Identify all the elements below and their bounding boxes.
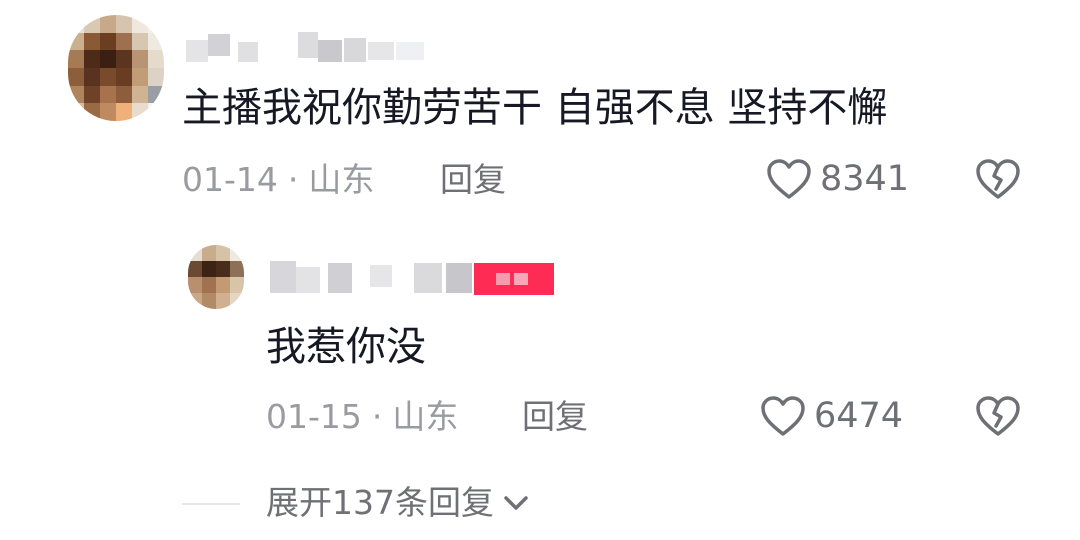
heart-icon: [760, 395, 806, 437]
expand-replies-button[interactable]: 展开137条回复: [266, 486, 530, 519]
reply-button[interactable]: 回复: [440, 163, 506, 196]
reply-avatar[interactable]: [188, 245, 244, 309]
reply-location: 山东: [392, 397, 459, 436]
reply-date: 01-15: [266, 397, 362, 436]
meta-separator: ·: [371, 397, 383, 436]
comment-date: 01-14: [182, 160, 278, 199]
comment-location: 山东: [308, 160, 375, 199]
meta-separator: ·: [287, 160, 299, 199]
heart-icon: [766, 158, 812, 200]
reply-username-obscured[interactable]: [270, 257, 570, 297]
dislike-icon[interactable]: [975, 395, 1021, 437]
username-obscured[interactable]: [186, 28, 436, 64]
user-badge: [474, 263, 554, 295]
comment-meta: 01-14 · 山东: [182, 163, 374, 196]
chevron-down-icon: [502, 493, 530, 513]
reply-to-reply-button[interactable]: 回复: [522, 400, 588, 433]
reply-meta: 01-15 · 山东: [266, 400, 458, 433]
comment-item: 主播我祝你勤劳苦干 自强不息 坚持不懈 01-14 · 山东 回复 8341: [0, 0, 1080, 225]
reply-like-button[interactable]: 6474: [760, 395, 903, 437]
like-button[interactable]: 8341: [766, 158, 909, 200]
like-count: 8341: [820, 158, 910, 199]
dislike-icon[interactable]: [975, 158, 1021, 200]
reply-like-count: 6474: [814, 395, 904, 436]
reply-text: 我惹你没: [266, 324, 426, 370]
expand-divider: [182, 503, 240, 505]
expand-replies-label: 展开137条回复: [266, 483, 494, 522]
avatar[interactable]: [68, 15, 164, 121]
reply-item: 我惹你没 01-15 · 山东 回复 6474: [0, 225, 1080, 465]
comment-text: 主播我祝你勤劳苦干 自强不息 坚持不懈: [182, 85, 888, 131]
